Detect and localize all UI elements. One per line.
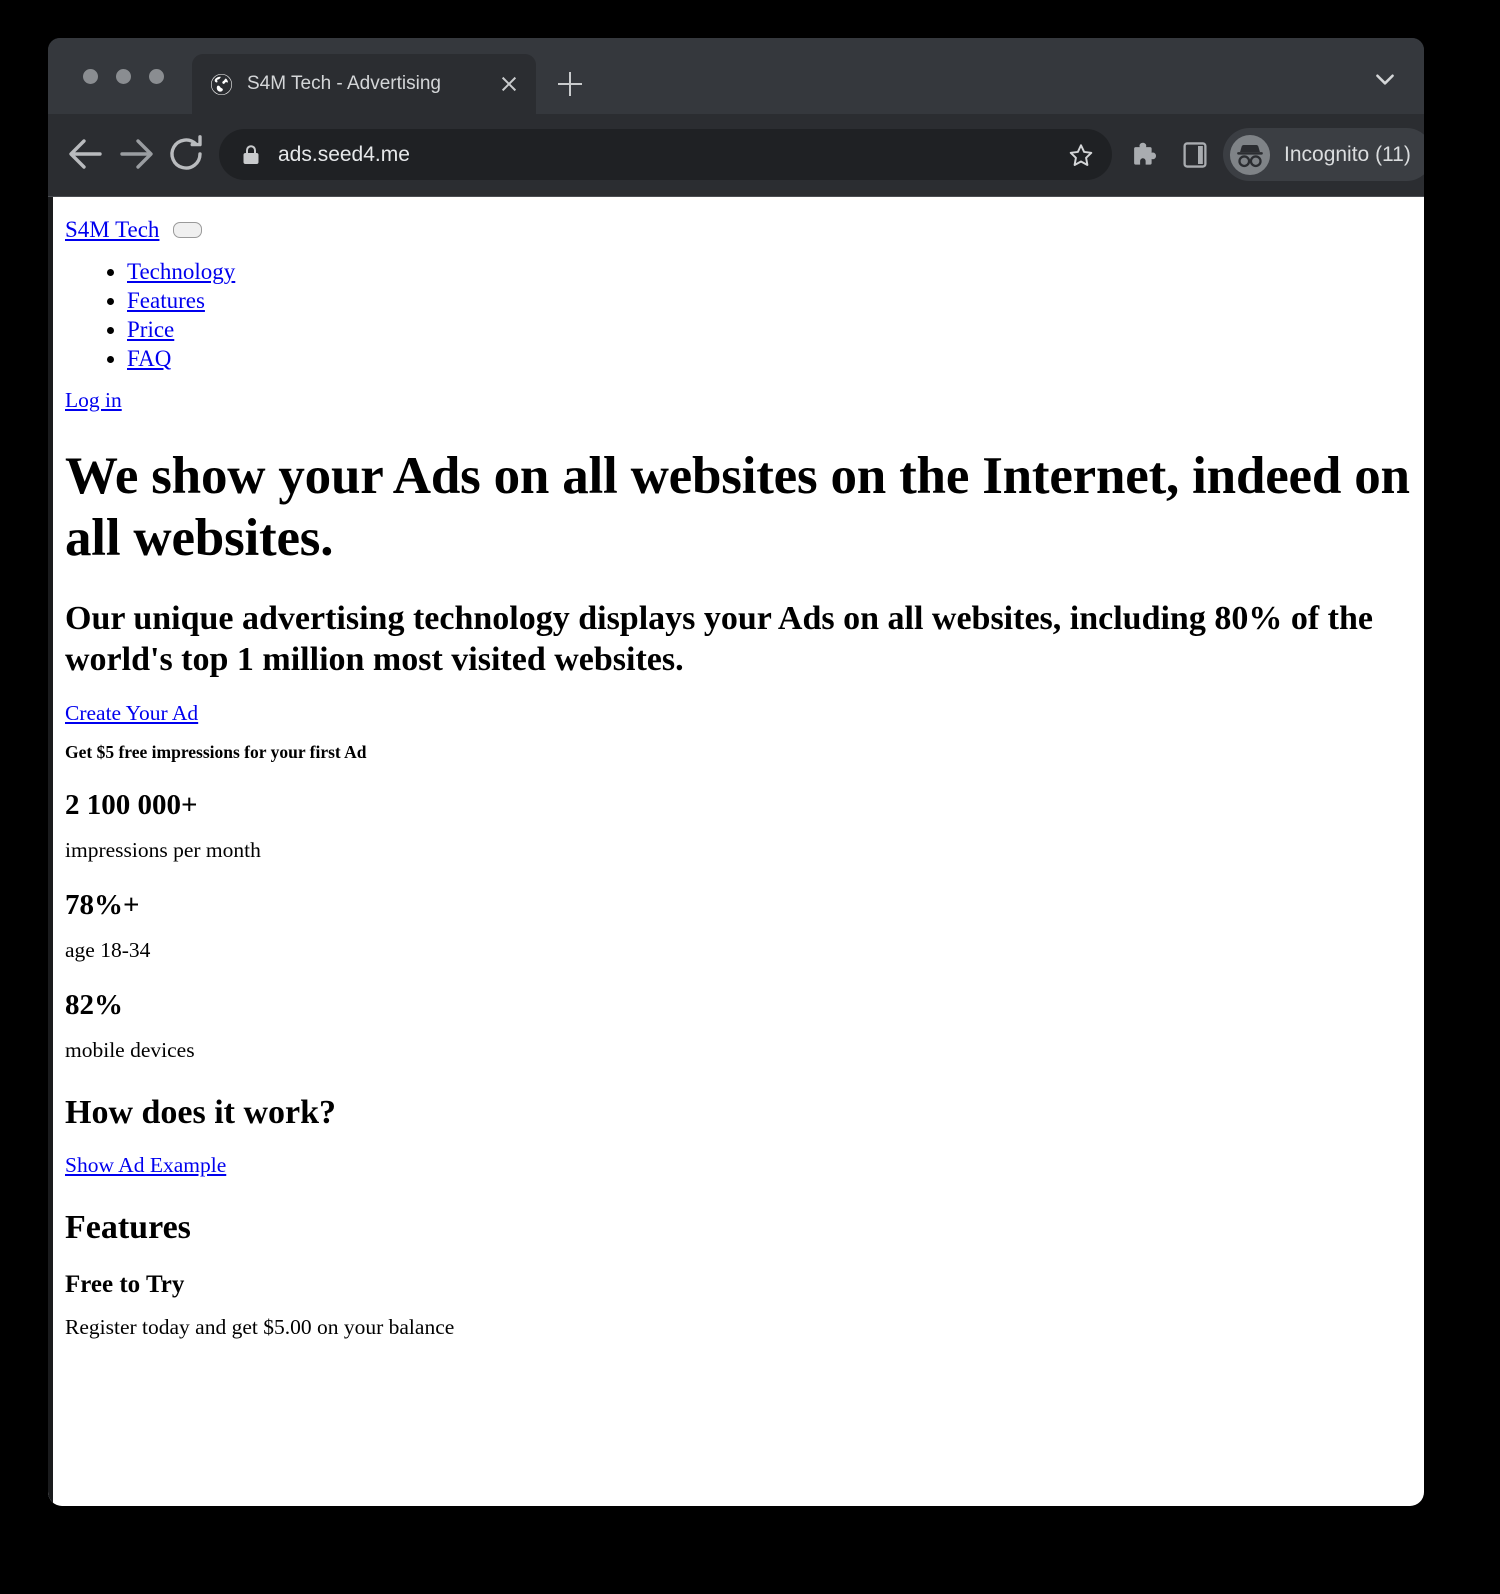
stat-label-impressions: impressions per month (65, 837, 261, 862)
cta-note: Get $5 free impressions for your first A… (65, 741, 367, 762)
globe-icon (210, 73, 233, 96)
site-header: S4M Tech (65, 217, 1412, 243)
browser-toolbar: ads.seed4.me Incognito (11) (48, 114, 1424, 196)
how-does-it-work-heading: How does it work? (65, 1093, 337, 1131)
close-window-button[interactable] (83, 69, 98, 84)
list-item: Features (127, 288, 1412, 314)
nav-link-faq[interactable]: FAQ (127, 346, 171, 371)
star-icon[interactable] (1068, 142, 1094, 168)
brand-link[interactable]: S4M Tech (65, 217, 159, 243)
profile-button[interactable]: Incognito (11) (1223, 128, 1424, 181)
stat-label-age: age 18-34 (65, 937, 151, 962)
puzzle-piece-icon[interactable] (1130, 140, 1160, 170)
reload-icon[interactable] (162, 130, 210, 178)
login-line: Log in (65, 388, 1412, 413)
nav-link-price[interactable]: Price (127, 317, 174, 342)
show-ad-example-link[interactable]: Show Ad Example (65, 1153, 226, 1177)
browser-window: S4M Tech - Advertising ads.seed4.me Inco… (48, 38, 1424, 1506)
chevron-down-icon[interactable] (1372, 66, 1398, 92)
navbar-toggle-button[interactable] (173, 222, 203, 238)
plus-icon[interactable] (552, 66, 588, 102)
create-your-ad-link[interactable]: Create Your Ad (65, 701, 198, 725)
incognito-hat-icon (1229, 134, 1271, 176)
list-item: Technology (127, 259, 1412, 285)
url-text: ads.seed4.me (278, 142, 410, 166)
maximize-window-button[interactable] (149, 69, 164, 84)
arrow-left-icon[interactable] (62, 130, 110, 178)
hero-heading: We show your Ads on all websites on the … (65, 447, 1410, 567)
window-traffic-lights (83, 69, 164, 84)
page-viewport: S4M Tech Technology Features Price FAQ L… (48, 196, 1424, 1506)
nav-link-features[interactable]: Features (127, 288, 205, 313)
browser-tab[interactable]: S4M Tech - Advertising (192, 54, 536, 114)
page-content: S4M Tech Technology Features Price FAQ L… (53, 197, 1424, 1506)
nav-link-technology[interactable]: Technology (127, 259, 235, 284)
stat-value-impressions: 2 100 000+ (65, 788, 198, 821)
main-nav-list: Technology Features Price FAQ (65, 259, 1412, 372)
show-ad-example-line: Show Ad Example (65, 1153, 1412, 1178)
tab-strip: S4M Tech - Advertising (48, 38, 1424, 114)
feature-text-free-to-try: Register today and get $5.00 on your bal… (65, 1315, 455, 1340)
cta-line: Create Your Ad (65, 701, 1412, 726)
minimize-window-button[interactable] (116, 69, 131, 84)
list-item: Price (127, 317, 1412, 343)
profile-label: Incognito (11) (1284, 142, 1411, 166)
tab-title: S4M Tech - Advertising (247, 73, 441, 94)
login-link[interactable]: Log in (65, 388, 122, 412)
features-heading: Features (65, 1209, 191, 1247)
side-panel-icon[interactable] (1181, 140, 1209, 170)
arrow-right-icon[interactable] (112, 130, 160, 178)
lock-icon[interactable] (241, 144, 261, 166)
close-icon[interactable] (492, 67, 526, 101)
stat-value-mobile: 82% (65, 988, 123, 1021)
stat-value-age: 78%+ (65, 888, 140, 921)
feature-title-free-to-try: Free to Try (65, 1271, 185, 1299)
list-item: FAQ (127, 346, 1412, 372)
stat-label-mobile: mobile devices (65, 1037, 195, 1062)
hero-subheading: Our unique advertising technology displa… (65, 600, 1373, 678)
address-bar[interactable]: ads.seed4.me (219, 129, 1112, 180)
